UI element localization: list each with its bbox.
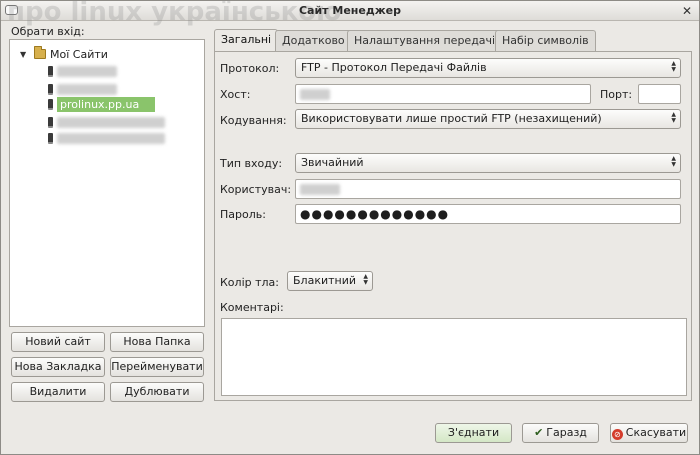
- site-label-redacted: [57, 133, 165, 144]
- host-value: [300, 88, 330, 100]
- user-label: Користувач:: [220, 183, 292, 196]
- logon-type-value: Звичайний: [301, 156, 364, 169]
- protocol-value: FTP - Протокол Передачі Файлів: [301, 61, 487, 74]
- server-icon: [48, 117, 53, 128]
- site-item-1[interactable]: [48, 64, 117, 79]
- check-icon: ✔: [534, 426, 544, 439]
- site-tree[interactable]: ▼ Мої Сайти prolinux.pp.ua: [9, 39, 205, 327]
- tab-general[interactable]: Загальні: [214, 29, 279, 52]
- rename-button[interactable]: Перейменувати: [110, 357, 204, 377]
- general-panel: Протокол: FTP - Протокол Передачі Файлів…: [214, 51, 692, 401]
- site-label: prolinux.pp.ua: [57, 97, 155, 112]
- cancel-label: Скасувати: [625, 426, 687, 439]
- expand-arrow-icon[interactable]: ▼: [20, 50, 34, 59]
- password-label: Пароль:: [220, 208, 266, 221]
- folder-icon: [34, 46, 46, 59]
- spin-arrows-icon: ▲ ▼: [363, 273, 368, 286]
- site-label-redacted: [57, 84, 117, 95]
- protocol-select[interactable]: FTP - Протокол Передачі Файлів ▲ ▼: [295, 58, 681, 78]
- tree-root-label: Мої Сайти: [50, 47, 108, 61]
- logon-type-select[interactable]: Звичайний ▲ ▼: [295, 153, 681, 173]
- spin-arrows-icon: ▲ ▼: [671, 155, 676, 168]
- site-item-5[interactable]: [48, 131, 165, 146]
- server-icon: [48, 84, 53, 95]
- tab-advanced[interactable]: Додатково: [275, 30, 352, 51]
- host-label: Хост:: [220, 88, 251, 101]
- duplicate-button[interactable]: Дублювати: [110, 382, 204, 402]
- site-item-4[interactable]: [48, 115, 165, 130]
- port-label: Порт:: [600, 88, 633, 101]
- site-item-selected[interactable]: prolinux.pp.ua: [48, 97, 155, 112]
- server-icon: [48, 99, 53, 110]
- encryption-select[interactable]: Використовувати лише простий FTP (незахи…: [295, 109, 681, 129]
- bg-color-select[interactable]: Блакитний ▲ ▼: [287, 271, 373, 291]
- site-item-2[interactable]: [48, 82, 117, 97]
- spin-arrows-icon: ▲ ▼: [671, 60, 676, 73]
- cancel-button[interactable]: ⊘ Скасувати: [610, 423, 688, 443]
- ok-label: Гаразд: [546, 426, 587, 439]
- tab-transfer-settings[interactable]: Налаштування передачі: [347, 30, 503, 51]
- bg-color-label: Колір тла:: [220, 276, 279, 289]
- cancel-icon: ⊘: [611, 429, 623, 440]
- close-icon[interactable]: ✕: [680, 4, 694, 18]
- new-bookmark-button[interactable]: Нова Закладка: [11, 357, 105, 377]
- user-input[interactable]: [295, 179, 681, 199]
- port-input[interactable]: [638, 84, 681, 104]
- site-label-redacted: [57, 117, 165, 128]
- site-label-redacted: [57, 66, 117, 77]
- ok-button[interactable]: ✔ Гаразд: [522, 423, 599, 443]
- connect-button[interactable]: З'єднати: [435, 423, 512, 443]
- server-icon: [48, 66, 53, 77]
- server-icon: [48, 133, 53, 144]
- bg-color-value: Блакитний: [293, 274, 357, 287]
- logon-type-label: Тип входу:: [220, 157, 283, 170]
- protocol-label: Протокол:: [220, 62, 280, 75]
- titlebar: про linux українською Сайт Менеджер ✕: [1, 0, 699, 27]
- delete-button[interactable]: Видалити: [11, 382, 105, 402]
- encryption-label: Кодування:: [220, 114, 287, 127]
- select-entry-label: Обрати вхід:: [11, 25, 85, 38]
- host-input[interactable]: [295, 84, 591, 104]
- encryption-value: Використовувати лише простий FTP (незахи…: [301, 112, 602, 125]
- new-site-button[interactable]: Новий сайт: [11, 332, 105, 352]
- comments-label: Коментарі:: [220, 301, 284, 314]
- comments-textarea[interactable]: [221, 318, 687, 396]
- new-folder-button[interactable]: Нова Папка: [110, 332, 204, 352]
- window-title: Сайт Менеджер: [298, 4, 402, 17]
- tab-charset[interactable]: Набір символів: [495, 30, 596, 51]
- password-input[interactable]: ●●●●●●●●●●●●●: [295, 204, 681, 224]
- tree-root-my-sites[interactable]: ▼ Мої Сайти: [20, 46, 108, 62]
- spin-arrows-icon: ▲ ▼: [671, 111, 676, 124]
- site-manager-window: про linux українською Сайт Менеджер ✕ Об…: [0, 0, 700, 455]
- user-value: [300, 183, 340, 195]
